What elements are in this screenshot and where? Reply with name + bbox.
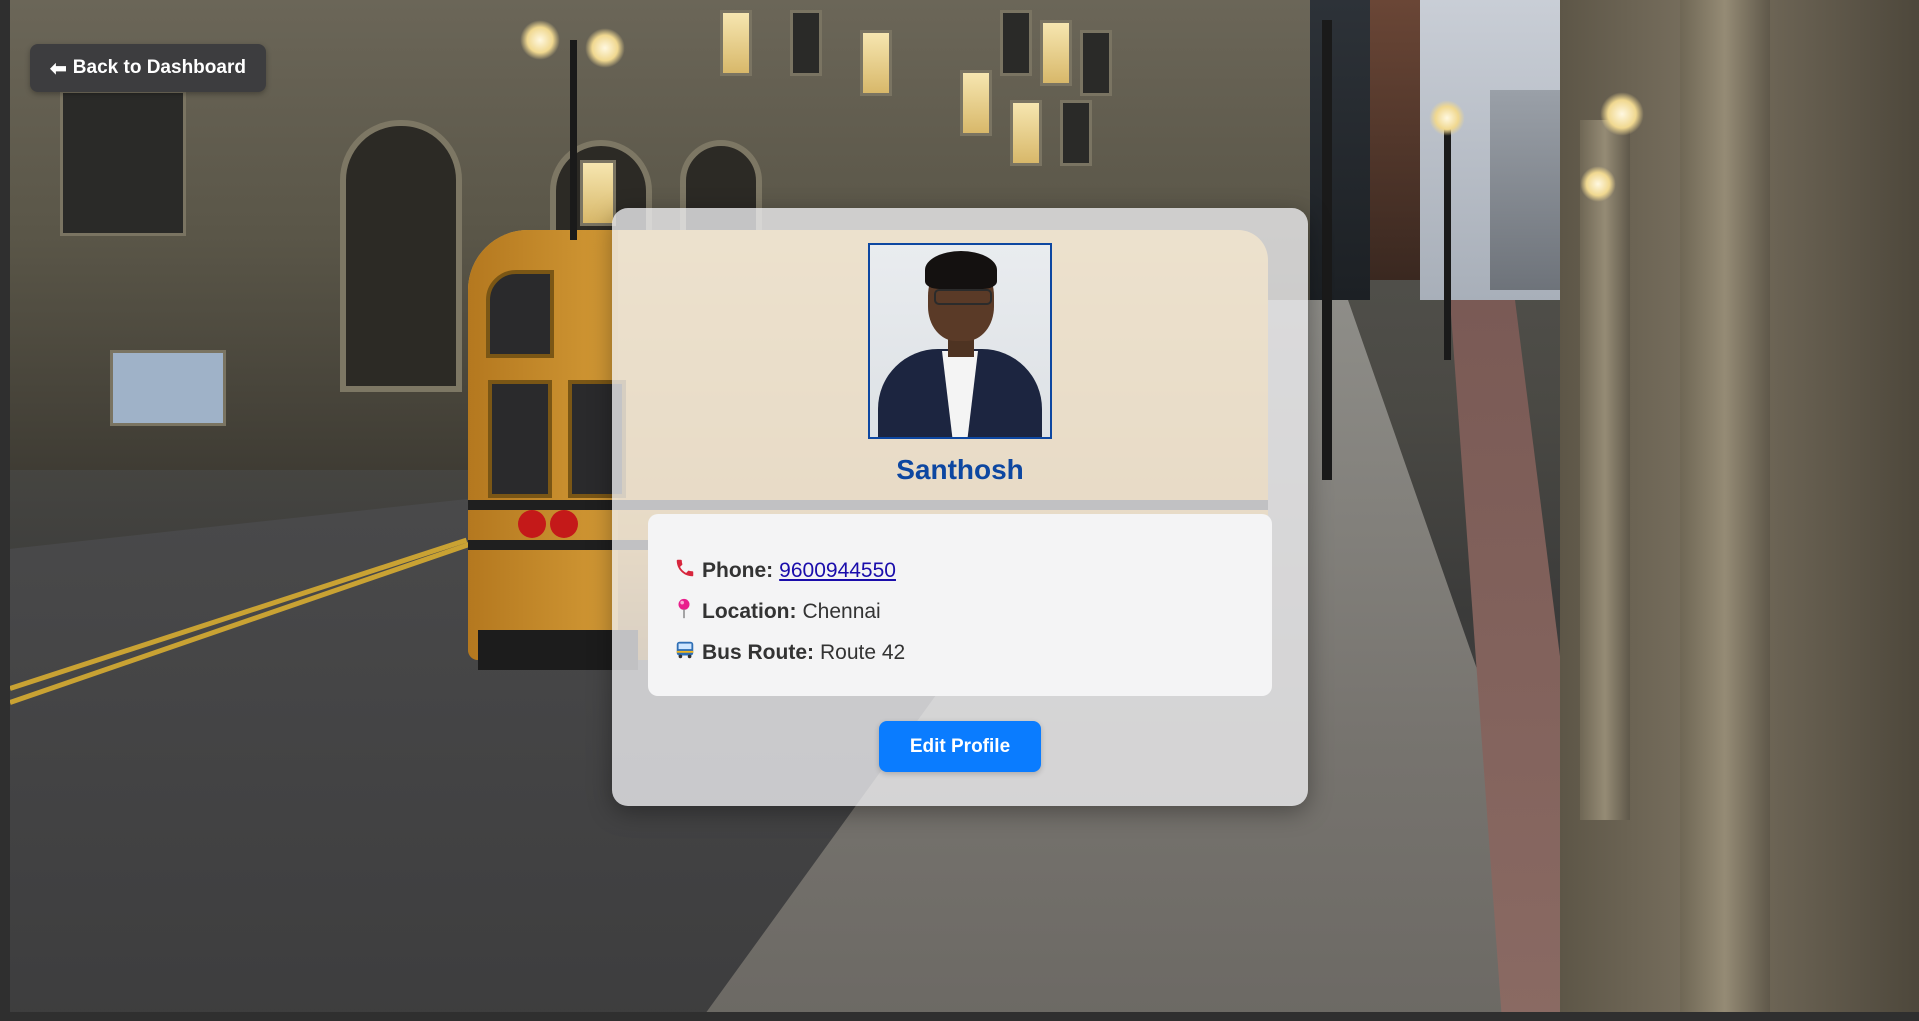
building-window bbox=[1080, 30, 1112, 96]
window-frame-left bbox=[0, 0, 10, 1021]
building-column bbox=[1680, 0, 1770, 1021]
back-button-label: Back to Dashboard bbox=[72, 57, 246, 78]
profile-card: Santhosh Phone: 9600944550 Location: Che… bbox=[612, 208, 1308, 806]
bus-route-label: Bus Route: bbox=[702, 640, 814, 664]
bus-taillight bbox=[550, 510, 578, 538]
location-label: Location: bbox=[702, 599, 797, 623]
building-window bbox=[720, 10, 752, 76]
street-lamp-light bbox=[1600, 92, 1644, 136]
window-frame-bottom bbox=[0, 1012, 1919, 1021]
phone-link[interactable]: 9600944550 bbox=[779, 559, 896, 583]
phone-label: Phone: bbox=[702, 558, 774, 582]
pin-icon bbox=[674, 598, 702, 626]
building-window bbox=[60, 90, 186, 236]
profile-name: Santhosh bbox=[896, 454, 1024, 485]
street-lamp-pole bbox=[1322, 20, 1332, 480]
building-window bbox=[790, 10, 822, 76]
profile-info-box: Phone: 9600944550 Location: Chennai Bus … bbox=[648, 514, 1272, 696]
location-row: Location: Chennai bbox=[674, 591, 1246, 632]
arrow-left-icon: ⬅ bbox=[50, 57, 67, 80]
street-lamp-light bbox=[1429, 100, 1465, 136]
street-lamp-pole bbox=[1444, 120, 1451, 360]
bus-route-row: Bus Route: Route 42 bbox=[674, 632, 1246, 673]
building-window bbox=[1060, 100, 1092, 166]
building-window bbox=[580, 160, 616, 226]
street-lamp-pole bbox=[570, 40, 577, 240]
distant-tower bbox=[1490, 90, 1560, 290]
profile-photo bbox=[868, 243, 1052, 439]
photo-hair bbox=[925, 251, 997, 289]
building-window bbox=[1000, 10, 1032, 76]
building-window bbox=[1040, 20, 1072, 86]
street-lamp-light bbox=[1580, 166, 1616, 202]
bus-icon bbox=[674, 639, 702, 667]
distant-tower bbox=[1370, 0, 1420, 280]
bus-window bbox=[488, 380, 552, 498]
building-column bbox=[1580, 120, 1630, 820]
location-value: Chennai bbox=[802, 599, 881, 623]
street-lamp-light bbox=[585, 28, 625, 68]
bus-taillight bbox=[518, 510, 546, 538]
building-window bbox=[1010, 100, 1042, 166]
building-window bbox=[110, 350, 226, 426]
phone-icon bbox=[674, 557, 702, 585]
building-arch bbox=[340, 120, 462, 392]
photo-glasses bbox=[934, 289, 992, 305]
phone-row: Phone: 9600944550 bbox=[674, 550, 1246, 591]
bus-window bbox=[486, 270, 554, 358]
street-lamp-light bbox=[520, 20, 560, 60]
building-window bbox=[860, 30, 892, 96]
building-window bbox=[960, 70, 992, 136]
edit-profile-button[interactable]: Edit Profile bbox=[879, 721, 1041, 772]
bus-route-value: Route 42 bbox=[820, 640, 906, 664]
right-building bbox=[1560, 0, 1919, 1021]
back-to-dashboard-button[interactable]: ⬅ Back to Dashboard bbox=[30, 44, 266, 92]
distant-tower bbox=[1310, 0, 1370, 300]
